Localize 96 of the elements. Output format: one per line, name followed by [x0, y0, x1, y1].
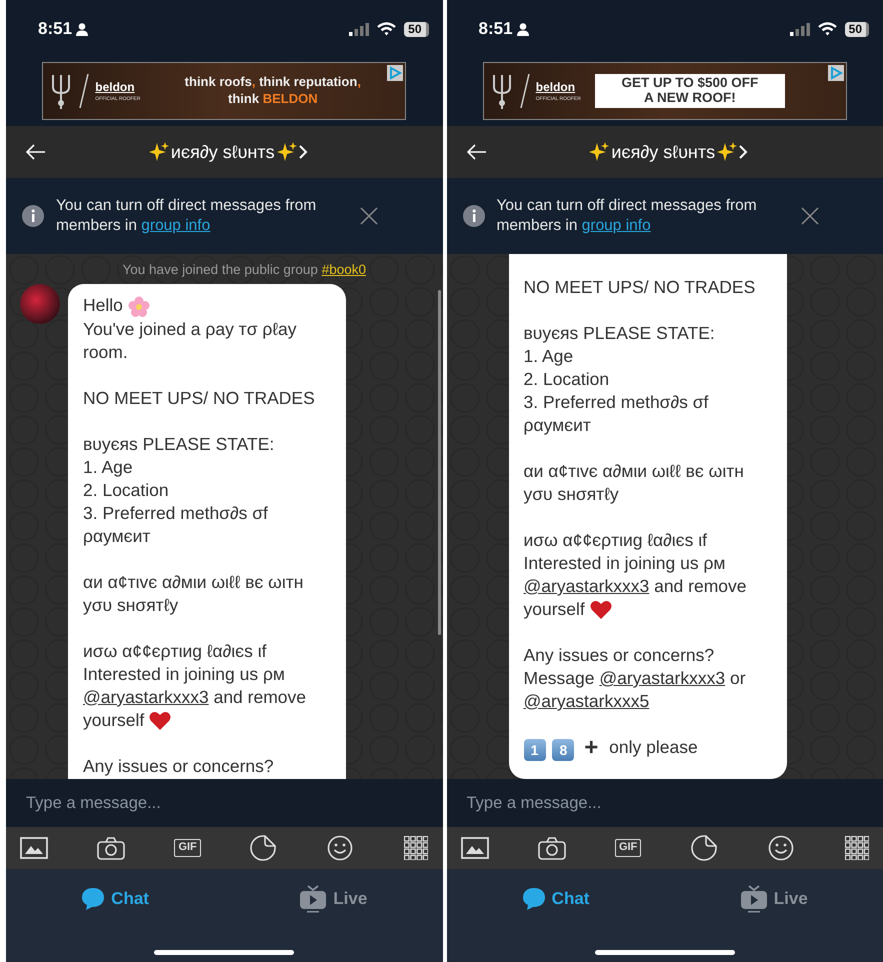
plus-sign: + [584, 734, 598, 761]
mention-link[interactable]: @aryastarkxxx5 [524, 691, 650, 711]
image-icon[interactable] [20, 837, 48, 859]
person-icon [516, 22, 529, 36]
back-arrow-icon[interactable] [26, 144, 46, 160]
smiley-icon[interactable] [327, 835, 356, 861]
slash-icon [520, 74, 530, 108]
system-message: You have joined the public group #book0 [122, 261, 367, 279]
message-text: иσω α¢¢єρтιиg ℓα∂ιєѕ ιf [524, 530, 707, 550]
play-triangle-icon [828, 65, 844, 81]
message-text: 1. Age [524, 346, 574, 366]
sparkles-icon [276, 142, 297, 162]
scrollbar[interactable] [438, 290, 440, 635]
keycap-digit: 8 [552, 739, 574, 761]
chevron-right-icon[interactable] [298, 145, 308, 159]
ad-text: A NEW ROOF! [642, 91, 737, 106]
message-text: You've joined a ρay тσ ρℓay room. [83, 318, 296, 362]
sparkles-icon [148, 142, 169, 162]
camera-icon[interactable] [538, 836, 566, 860]
sticker-icon[interactable] [690, 835, 718, 861]
camera-icon[interactable] [97, 836, 126, 860]
signal-icon [790, 22, 810, 36]
close-icon[interactable] [800, 207, 818, 225]
chat-bubble-icon [522, 887, 546, 911]
heart-icon [590, 600, 612, 620]
message-text: NO MEET UPS/ NO TRADES [83, 388, 315, 408]
gif-button[interactable]: GIF [174, 839, 201, 857]
mention-link[interactable]: @aryastarkxxx3 [524, 576, 650, 596]
chat-title[interactable]: иєя∂у ѕℓυнтѕ [611, 138, 716, 166]
message-input[interactable]: Type a message... [6, 779, 442, 827]
grid-icon[interactable] [404, 836, 428, 860]
chat-title[interactable]: иєя∂у ѕℓυнтѕ [170, 138, 275, 166]
tab[interactable]: Live [730, 883, 818, 915]
ad-text: think BELDON [227, 91, 319, 108]
message-text: 2. Location [524, 369, 610, 389]
message-text: αи α¢тιvє α∂мιи ωιℓℓ вє ωιтн уσυ ѕнσятℓу [524, 461, 744, 504]
message-text: Interested in joining us ρм @aryastarkxxx3 and remove yourself [524, 552, 748, 621]
message-text: Interested in joining us ρм @aryastarkxxx3 and remove yourself [83, 662, 308, 732]
message-text: Any issues or concerns? [83, 756, 274, 776]
sparkles-icon [717, 142, 738, 162]
message-text: 3. Preferred methσ∂s σf ραумєит [524, 392, 708, 435]
gif-button[interactable]: GIF [614, 839, 642, 857]
slash-icon [79, 74, 90, 108]
message-text: 1. Age [83, 456, 133, 477]
message-text: NO MEET UPS/ NO TRADES [524, 277, 756, 297]
ad-text: GET UP TO $500 OFF [620, 76, 760, 91]
message-text: 3. Preferred methσ∂s σf ραумєит [83, 502, 268, 546]
keycap-digit: 1 [524, 739, 546, 761]
status-time: 8:51 [38, 18, 72, 40]
group-link[interactable]: #book0 [322, 262, 366, 277]
message-text: only please [609, 737, 698, 757]
tab[interactable]: Live [289, 883, 378, 915]
group-info-link[interactable]: group info [141, 217, 210, 234]
info-icon [22, 205, 44, 227]
signal-icon [349, 22, 370, 36]
group-info-link[interactable]: group info [582, 217, 651, 234]
avatar[interactable] [20, 284, 60, 324]
tv-icon [740, 885, 768, 913]
notice-text: You can turn off direct messages from members in group info [496, 196, 758, 236]
flower-icon [128, 296, 150, 318]
mention-link[interactable]: @aryastarkxxx3 [83, 686, 209, 707]
brand-logo: beldon [536, 79, 576, 96]
heart-icon [149, 711, 172, 731]
mention-link[interactable]: @aryastarkxxx3 [599, 668, 726, 688]
tab[interactable]: Chat [71, 883, 159, 915]
message-text: Any issues or concerns? [524, 645, 714, 665]
battery-level: 50 [844, 22, 869, 36]
grid-icon[interactable] [844, 836, 869, 860]
chat-bubble-icon [81, 887, 106, 911]
brand-logo: beldon [95, 79, 136, 96]
person-icon [76, 22, 88, 36]
message-text: 2. Location [83, 480, 169, 500]
message-text: Hello [83, 295, 123, 316]
sparkles-icon [589, 142, 610, 162]
back-arrow-icon[interactable] [466, 144, 486, 160]
image-icon[interactable] [460, 837, 488, 859]
play-triangle-icon [387, 65, 404, 81]
message-text: вυуєяѕ PLEASE STATE: [83, 434, 274, 454]
close-icon[interactable] [360, 207, 378, 225]
message-text: Message @aryastarkxxx3 or @aryastarkxxx5 [524, 667, 747, 713]
message-text: αи α¢тιvє α∂мιи ωιℓℓ вє ωιтн уσυ ѕнσятℓу [83, 572, 304, 615]
tv-icon [299, 885, 328, 913]
battery-level: 50 [404, 22, 428, 36]
notice-text: You can turn off direct messages from members in group info [56, 196, 318, 236]
sticker-icon[interactable] [250, 835, 278, 861]
message-input[interactable]: Type a message... [446, 779, 883, 827]
smiley-icon[interactable] [768, 835, 796, 861]
wifi-icon [377, 22, 396, 36]
info-icon [462, 205, 484, 227]
message-text: иσω α¢¢єρтιиg ℓα∂ιєѕ ιf [83, 640, 266, 661]
message-text: вυуєяѕ PLEASE STATE: [524, 323, 715, 343]
wifi-icon [818, 22, 837, 36]
ad-text: think roofs, think reputation, [184, 74, 362, 91]
chevron-right-icon[interactable] [739, 145, 748, 159]
tab[interactable]: Chat [512, 883, 600, 915]
status-time: 8:51 [478, 18, 513, 40]
